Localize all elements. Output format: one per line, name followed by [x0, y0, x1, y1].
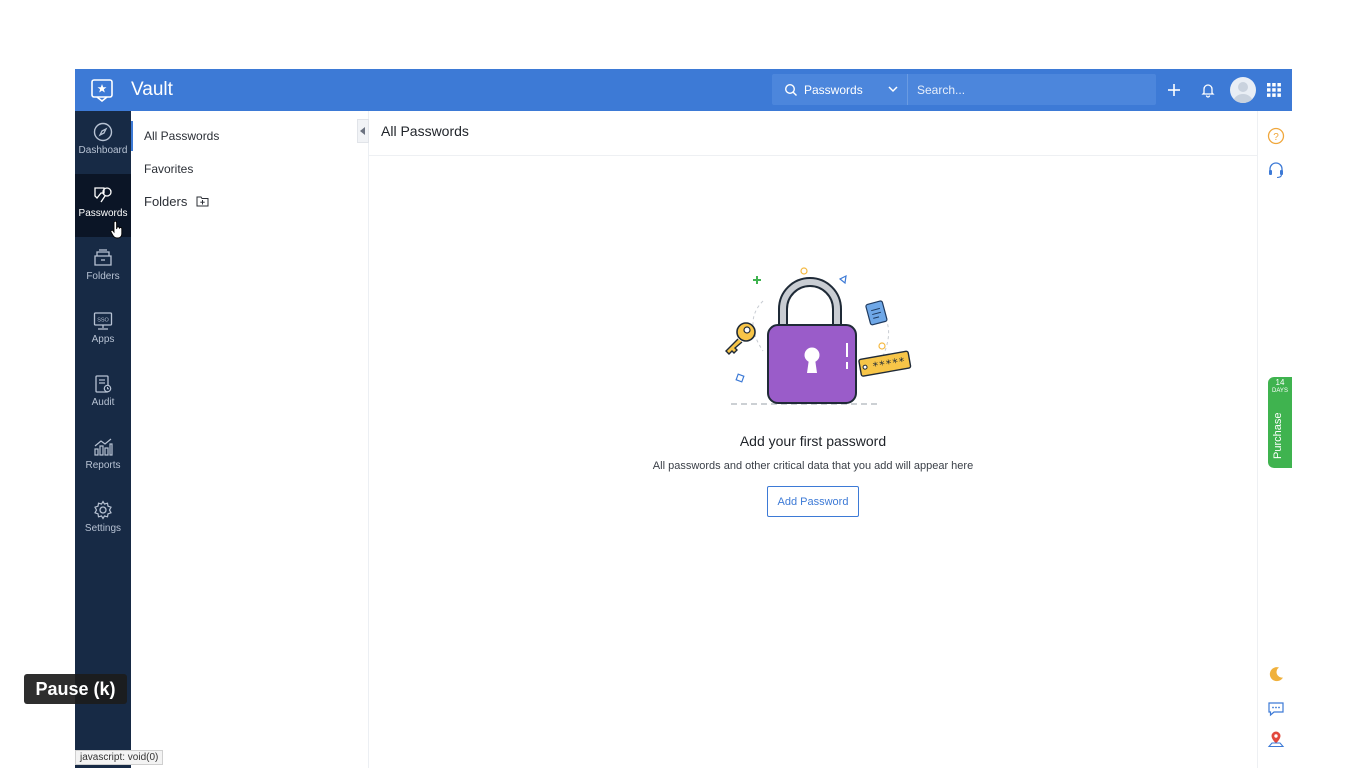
empty-state-subtitle: All passwords and other critical data th… [652, 460, 974, 472]
nav-item-dashboard[interactable]: Dashboard [75, 111, 131, 174]
primary-sidebar: Dashboard Passwords Folders SSO Apps Aud… [75, 111, 131, 768]
nav-item-settings[interactable]: Settings [75, 489, 131, 552]
subnav-item-favorites[interactable]: Favorites [131, 154, 369, 184]
masked-password-tag: ***** [858, 350, 912, 377]
nav-label-passwords: Passwords [78, 208, 128, 219]
caret-left-icon [360, 127, 365, 135]
nav-label-reports: Reports [85, 460, 121, 471]
nav-label-apps: Apps [91, 334, 115, 345]
app-switcher-button[interactable] [1263, 79, 1285, 101]
chart-icon [94, 438, 113, 456]
subnav-label-folders: Folders [144, 193, 188, 209]
empty-state-lock-illustration: ***** [725, 267, 912, 405]
vault-app: Vault Passwords Search... Dashboard Pass… [75, 69, 1292, 768]
help-icon[interactable]: ? [1267, 127, 1285, 145]
subnav-label-all-passwords: All Passwords [144, 129, 220, 143]
nav-item-audit[interactable]: Audit [75, 363, 131, 426]
nav-label-settings: Settings [84, 523, 122, 534]
avatar[interactable] [1230, 77, 1256, 103]
page-title: All Passwords [381, 123, 469, 139]
golden-key-icon [725, 322, 756, 355]
add-new-button[interactable] [1163, 79, 1185, 101]
collapse-sidebar-button[interactable] [357, 119, 369, 143]
main-header: All Passwords [369, 111, 1257, 156]
document-icon [865, 300, 888, 326]
location-pin-icon[interactable] [1267, 730, 1285, 748]
plus-icon [1168, 84, 1180, 96]
search-input[interactable] [908, 74, 1156, 105]
mouse-pointer-hand-icon [110, 221, 123, 239]
subnav-item-folders[interactable]: Folders [131, 186, 369, 216]
empty-state-title: Add your first password [739, 433, 887, 449]
chat-icon[interactable] [1267, 700, 1285, 718]
secondary-sidebar: All Passwords Favorites Folders [131, 111, 369, 768]
gear-icon [94, 500, 112, 520]
sso-icon: SSO [93, 312, 113, 330]
svg-text:SSO: SSO [97, 318, 109, 324]
main-content: All Passwords ***** Add your first passw… [369, 111, 1257, 768]
user-avatar-icon [1233, 82, 1253, 103]
trial-days-count: 14 [1275, 378, 1285, 387]
moon-icon[interactable] [1267, 665, 1285, 683]
nav-label-folders: Folders [86, 271, 120, 282]
app-title: Vault [131, 79, 173, 100]
subnav-item-all-passwords[interactable]: All Passwords [131, 121, 369, 151]
add-folder-icon[interactable] [196, 195, 209, 207]
vault-logo-icon[interactable] [91, 78, 113, 102]
search-scope-dropdown[interactable]: Passwords [772, 74, 908, 105]
nav-item-reports[interactable]: Reports [75, 426, 131, 489]
pause-tooltip: Pause (k) [24, 674, 127, 704]
folder-icon [94, 249, 112, 266]
search-icon [784, 83, 797, 96]
trial-days-badge: 14 DAYS [1268, 379, 1292, 395]
trial-days-label: DAYS [1272, 388, 1288, 394]
app-grid-icon [1267, 83, 1281, 97]
notifications-button[interactable] [1197, 79, 1219, 101]
nav-item-folders[interactable]: Folders [75, 237, 131, 300]
chevron-down-icon [888, 86, 898, 93]
nav-label-dashboard: Dashboard [78, 145, 128, 156]
status-bar-url: javascript: void(0) [75, 750, 164, 765]
nav-item-apps[interactable]: SSO Apps [75, 300, 131, 363]
search-scope-label: Passwords [804, 82, 863, 97]
svg-text:?: ? [1273, 132, 1279, 143]
purchase-trial-tab[interactable]: 14 DAYS Purchase [1268, 377, 1292, 468]
add-password-button[interactable]: Add Password [767, 486, 859, 517]
bell-icon [1201, 84, 1215, 98]
support-headset-icon[interactable] [1267, 161, 1285, 179]
purchase-label: Purchase [1272, 412, 1284, 459]
top-bar: Vault Passwords [75, 69, 1292, 111]
subnav-label-favorites: Favorites [144, 162, 194, 176]
key-icon [94, 187, 112, 203]
audit-clipboard-icon [95, 375, 112, 393]
nav-label-audit: Audit [91, 397, 115, 408]
compass-icon [93, 122, 113, 142]
